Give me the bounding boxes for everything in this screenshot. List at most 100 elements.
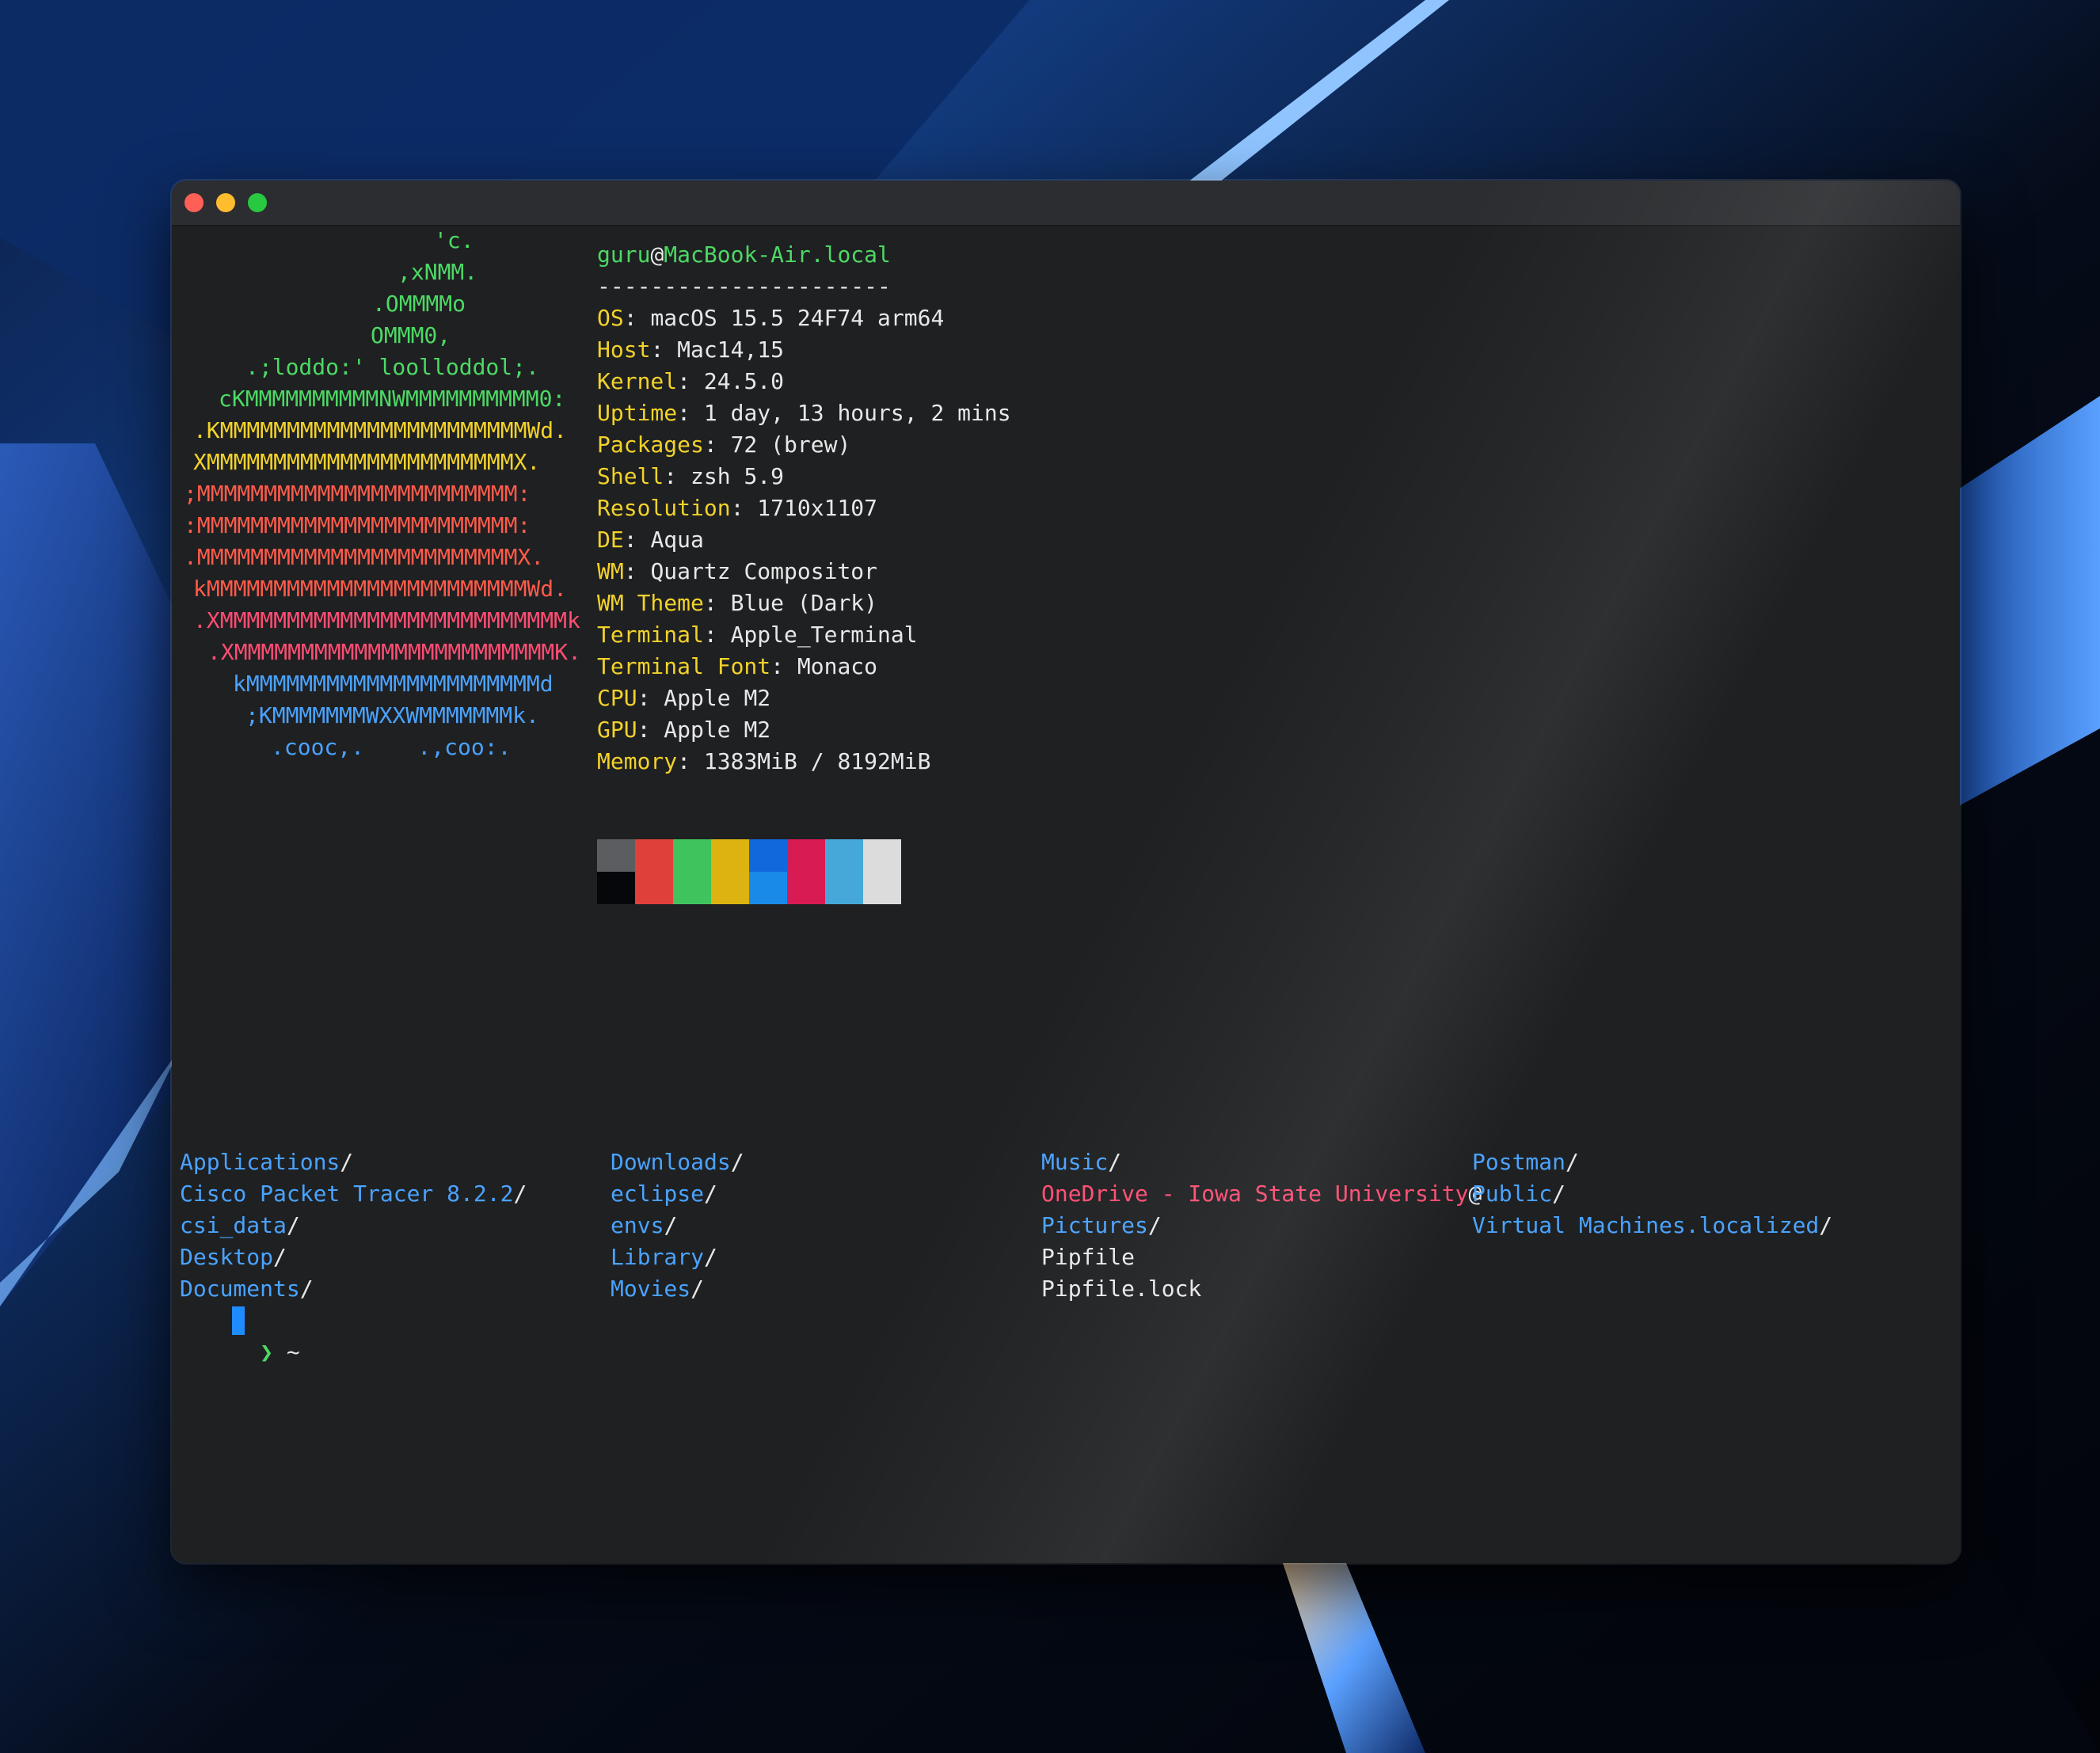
info-value: Quartz Compositor [650, 558, 878, 584]
entry-name: Public [1472, 1181, 1553, 1207]
entry-name: Pictures [1041, 1212, 1148, 1238]
ls-entry: Music/ [1041, 1146, 1482, 1178]
ls-entry: Documents/ [180, 1273, 527, 1305]
info-colon: : [703, 622, 731, 648]
color-swatch [787, 839, 825, 872]
entry-name: Desktop [180, 1244, 274, 1270]
info-colon: : [650, 337, 678, 363]
info-row: Uptime: 1 day, 13 hours, 2 mins [597, 397, 1011, 429]
logo-line: OMMM0, [371, 322, 451, 348]
logo-line: .OMMMMo [372, 291, 466, 317]
info-key: CPU [597, 685, 637, 711]
entry-suffix: / [1565, 1149, 1579, 1175]
entry-name: Movies [611, 1276, 691, 1302]
prompt-arrow: ❯ [260, 1339, 274, 1365]
logo-line: .cooc,. .,coo:. [271, 734, 512, 760]
close-window-button[interactable] [185, 193, 204, 212]
info-key: Host [597, 337, 651, 363]
ls-entry: envs/ [611, 1210, 744, 1242]
info-colon: : [637, 685, 664, 711]
ls-column: Postman/Public/Virtual Machines.localize… [1472, 1146, 1832, 1242]
info-value: Mac14,15 [677, 337, 785, 363]
logo-line: ,xNMM. [398, 259, 478, 285]
ls-entry: Postman/ [1472, 1146, 1832, 1178]
info-value: Apple_Terminal [730, 622, 918, 648]
terminal-content[interactable]: 'c. ,xNMM. .OMMMMo OMMM0, .;loddo:' loollodd… [172, 225, 1960, 1563]
entry-name: Pipfile [1041, 1244, 1136, 1270]
info-colon: : [730, 495, 758, 521]
entry-suffix: / [1108, 1149, 1122, 1175]
info-value: 1710x1107 [757, 495, 878, 521]
info-row: Packages: 72 (brew) [597, 429, 1011, 461]
info-colon: : [623, 558, 651, 584]
info-colon: : [677, 748, 704, 774]
ls-entry: Downloads/ [611, 1146, 744, 1178]
logo-line: .;loddo:' loolloddol;. [245, 354, 539, 380]
zoom-window-button[interactable] [248, 193, 267, 212]
info-row: Terminal: Apple_Terminal [597, 619, 1011, 651]
info-row: Kernel: 24.5.0 [597, 366, 1011, 397]
info-rows: OS: macOS 15.5 24F74 arm64 Host: Mac14,15… [597, 302, 1011, 778]
color-swatch [825, 839, 863, 872]
info-value: Apple M2 [664, 717, 771, 743]
color-palette [597, 839, 901, 904]
logo-line: :MMMMMMMMMMMMMMMMMMMMMMMM: [184, 512, 531, 538]
entry-name: Cisco Packet Tracer 8.2.2 [180, 1181, 514, 1207]
entry-name: envs [611, 1212, 664, 1238]
entry-name: Library [611, 1244, 705, 1270]
info-key: DE [597, 527, 624, 553]
ls-entry: Pipfile.lock [1041, 1273, 1482, 1305]
info-row: Host: Mac14,15 [597, 334, 1011, 366]
color-swatch [749, 872, 787, 904]
ls-entry: Virtual Machines.localized/ [1472, 1210, 1832, 1242]
at-sign: @ [650, 241, 664, 268]
info-row: GPU: Apple M2 [597, 714, 1011, 746]
logo-line: .XMMMMMMMMMMMMMMMMMMMMMMMMK. [207, 639, 582, 665]
logo-line: 'c. [434, 227, 474, 253]
entry-suffix: / [1819, 1212, 1833, 1238]
ls-entry: Pictures/ [1041, 1210, 1482, 1242]
entry-suffix: / [299, 1276, 314, 1302]
info-key: Uptime [597, 400, 678, 426]
separator-line: ---------------------- [597, 273, 891, 299]
info-value: 1383MiB / 8192MiB [703, 748, 931, 774]
entry-suffix: / [286, 1212, 300, 1238]
entry-name: Documents [180, 1276, 300, 1302]
entry-name: Virtual Machines.localized [1472, 1212, 1820, 1238]
ls-entry: Pipfile [1041, 1242, 1482, 1273]
color-swatch [711, 839, 749, 872]
minimize-window-button[interactable] [216, 193, 235, 212]
color-swatch [673, 839, 711, 872]
ls-entry: Applications/ [180, 1146, 527, 1178]
info-row: WM Theme: Blue (Dark) [597, 588, 1011, 619]
info-colon: : [623, 527, 651, 553]
info-key: WM [597, 558, 624, 584]
info-key: OS [597, 305, 624, 331]
info-key: Terminal Font [597, 653, 771, 679]
info-row: Resolution: 1710x1107 [597, 492, 1011, 524]
info-key: Memory [597, 748, 678, 774]
logo-line: kMMMMMMMMMMMMMMMMMMMMMMd [233, 671, 554, 697]
color-swatch [749, 839, 787, 872]
terminal-window[interactable]: 'c. ,xNMM. .OMMMMo OMMM0, .;loddo:' loollodd… [172, 181, 1960, 1563]
color-swatch [597, 839, 635, 872]
info-row: WM: Quartz Compositor [597, 556, 1011, 588]
shell-prompt[interactable]: ❯ ~ [180, 1305, 300, 1365]
hostname: MacBook-Air.local [664, 241, 891, 268]
color-swatch [863, 839, 901, 872]
entry-suffix: / [704, 1244, 717, 1270]
title-bar[interactable] [172, 181, 1960, 226]
info-row: Terminal Font: Monaco [597, 651, 1011, 683]
ls-column: Applications/Cisco Packet Tracer 8.2.2/c… [180, 1146, 527, 1305]
info-value: 24.5.0 [703, 368, 785, 394]
entry-name: Postman [1472, 1149, 1566, 1175]
username: guru [597, 241, 651, 268]
ls-entry: Library/ [611, 1242, 744, 1273]
entry-suffix: / [1552, 1181, 1566, 1207]
ls-entry: Movies/ [611, 1273, 744, 1305]
entry-name: eclipse [611, 1181, 705, 1207]
logo-line: kMMMMMMMMMMMMMMMMMMMMMMMMWd. [193, 576, 568, 602]
entry-name: Music [1041, 1149, 1109, 1175]
ls-column: Music/OneDrive - Iowa State University@ P… [1041, 1146, 1482, 1305]
ls-entry: csi_data/ [180, 1210, 527, 1242]
